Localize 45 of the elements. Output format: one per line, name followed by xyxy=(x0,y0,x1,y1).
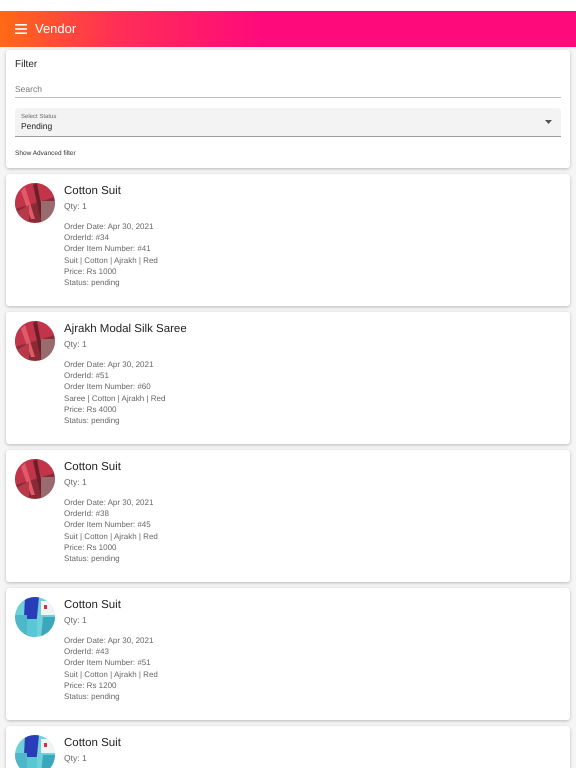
order-detail: Status: pending xyxy=(64,277,121,289)
search-field[interactable]: Search xyxy=(15,80,561,98)
app-title: Vendor xyxy=(35,20,76,38)
order-detail: Price: Rs 1200 xyxy=(64,680,118,692)
order-card[interactable]: Ajrakh Modal Silk Saree Qty: 1 Order Date: Apr 30, 2021 OrderId: #51 Order Item Number: #60 Saree | Cotton | Ajrakh | Red Price: Rs 4000 Status: pending xyxy=(6,312,570,444)
order-detail: Status: pending xyxy=(64,415,121,427)
order-detail: Suit | Cotton | Ajrakh | Red xyxy=(64,668,158,680)
filter-title: Filter xyxy=(15,59,38,71)
product-title: Cotton Suit xyxy=(64,598,122,612)
order-detail: Order Date: Apr 30, 2021 xyxy=(64,358,154,370)
product-title: Cotton Suit xyxy=(64,184,122,198)
order-detail: Order Date: Apr 30, 2021 xyxy=(64,220,154,232)
select-value: Pending xyxy=(21,120,54,132)
order-detail: Price: Rs 1000 xyxy=(64,542,118,554)
dropdown-arrow-icon xyxy=(545,120,552,124)
order-detail: Order Date: Apr 30, 2021 xyxy=(64,496,154,508)
order-card[interactable]: Cotton Suit Qty: 1 Order Date: Apr 30, 2021 OrderId: #38 Order Item Number: #45 Suit | Cotton | Ajrakh | Red Price: Rs 1000 Status: pending xyxy=(6,450,570,582)
product-title: Ajrakh Modal Silk Saree xyxy=(64,322,187,336)
order-detail: OrderId: #51 xyxy=(64,370,110,382)
order-detail: Order Item Number: #60 xyxy=(64,381,152,393)
order-detail: Order Date: Apr 30, 2021 xyxy=(64,634,154,646)
quantity: Qty: 1 xyxy=(64,752,88,764)
order-detail: Status: pending xyxy=(64,553,121,565)
quantity: Qty: 1 xyxy=(64,338,88,350)
order-card[interactable]: Cotton Suit Qty: 1 xyxy=(6,726,570,768)
product-title: Cotton Suit xyxy=(64,460,122,474)
order-detail: Order Item Number: #45 xyxy=(64,519,152,531)
order-detail: Price: Rs 1000 xyxy=(64,266,118,278)
quantity: Qty: 1 xyxy=(64,200,88,212)
order-detail: OrderId: #38 xyxy=(64,508,110,520)
quantity: Qty: 1 xyxy=(64,614,88,626)
product-title: Cotton Suit xyxy=(64,736,121,750)
order-detail: Price: Rs 4000 xyxy=(64,404,118,416)
order-detail: Saree | Cotton | Ajrakh | Red xyxy=(64,392,166,404)
order-detail: OrderId: #34 xyxy=(64,232,110,244)
menu-icon[interactable] xyxy=(15,24,27,34)
quantity: Qty: 1 xyxy=(64,476,88,488)
order-detail: Status: pending xyxy=(64,691,121,703)
order-detail: Order Item Number: #51 xyxy=(64,657,152,669)
order-detail: Suit | Cotton | Ajrakh | Red xyxy=(64,254,158,266)
order-card[interactable]: Cotton Suit Qty: 1 Order Date: Apr 30, 2021 OrderId: #34 Order Item Number: #41 Suit | Cotton | Ajrakh | Red Price: Rs 1000 Status: pending xyxy=(6,174,570,306)
order-detail: Order Item Number: #41 xyxy=(64,243,152,255)
order-detail: OrderId: #43 xyxy=(64,646,110,658)
order-card[interactable]: Cotton Suit Qty: 1 Order Date: Apr 30, 2021 OrderId: #43 Order Item Number: #51 Suit | Cotton | Ajrakh | Red Price: Rs 1200 Status: pending xyxy=(6,588,570,720)
order-detail: Suit | Cotton | Ajrakh | Red xyxy=(64,530,158,542)
